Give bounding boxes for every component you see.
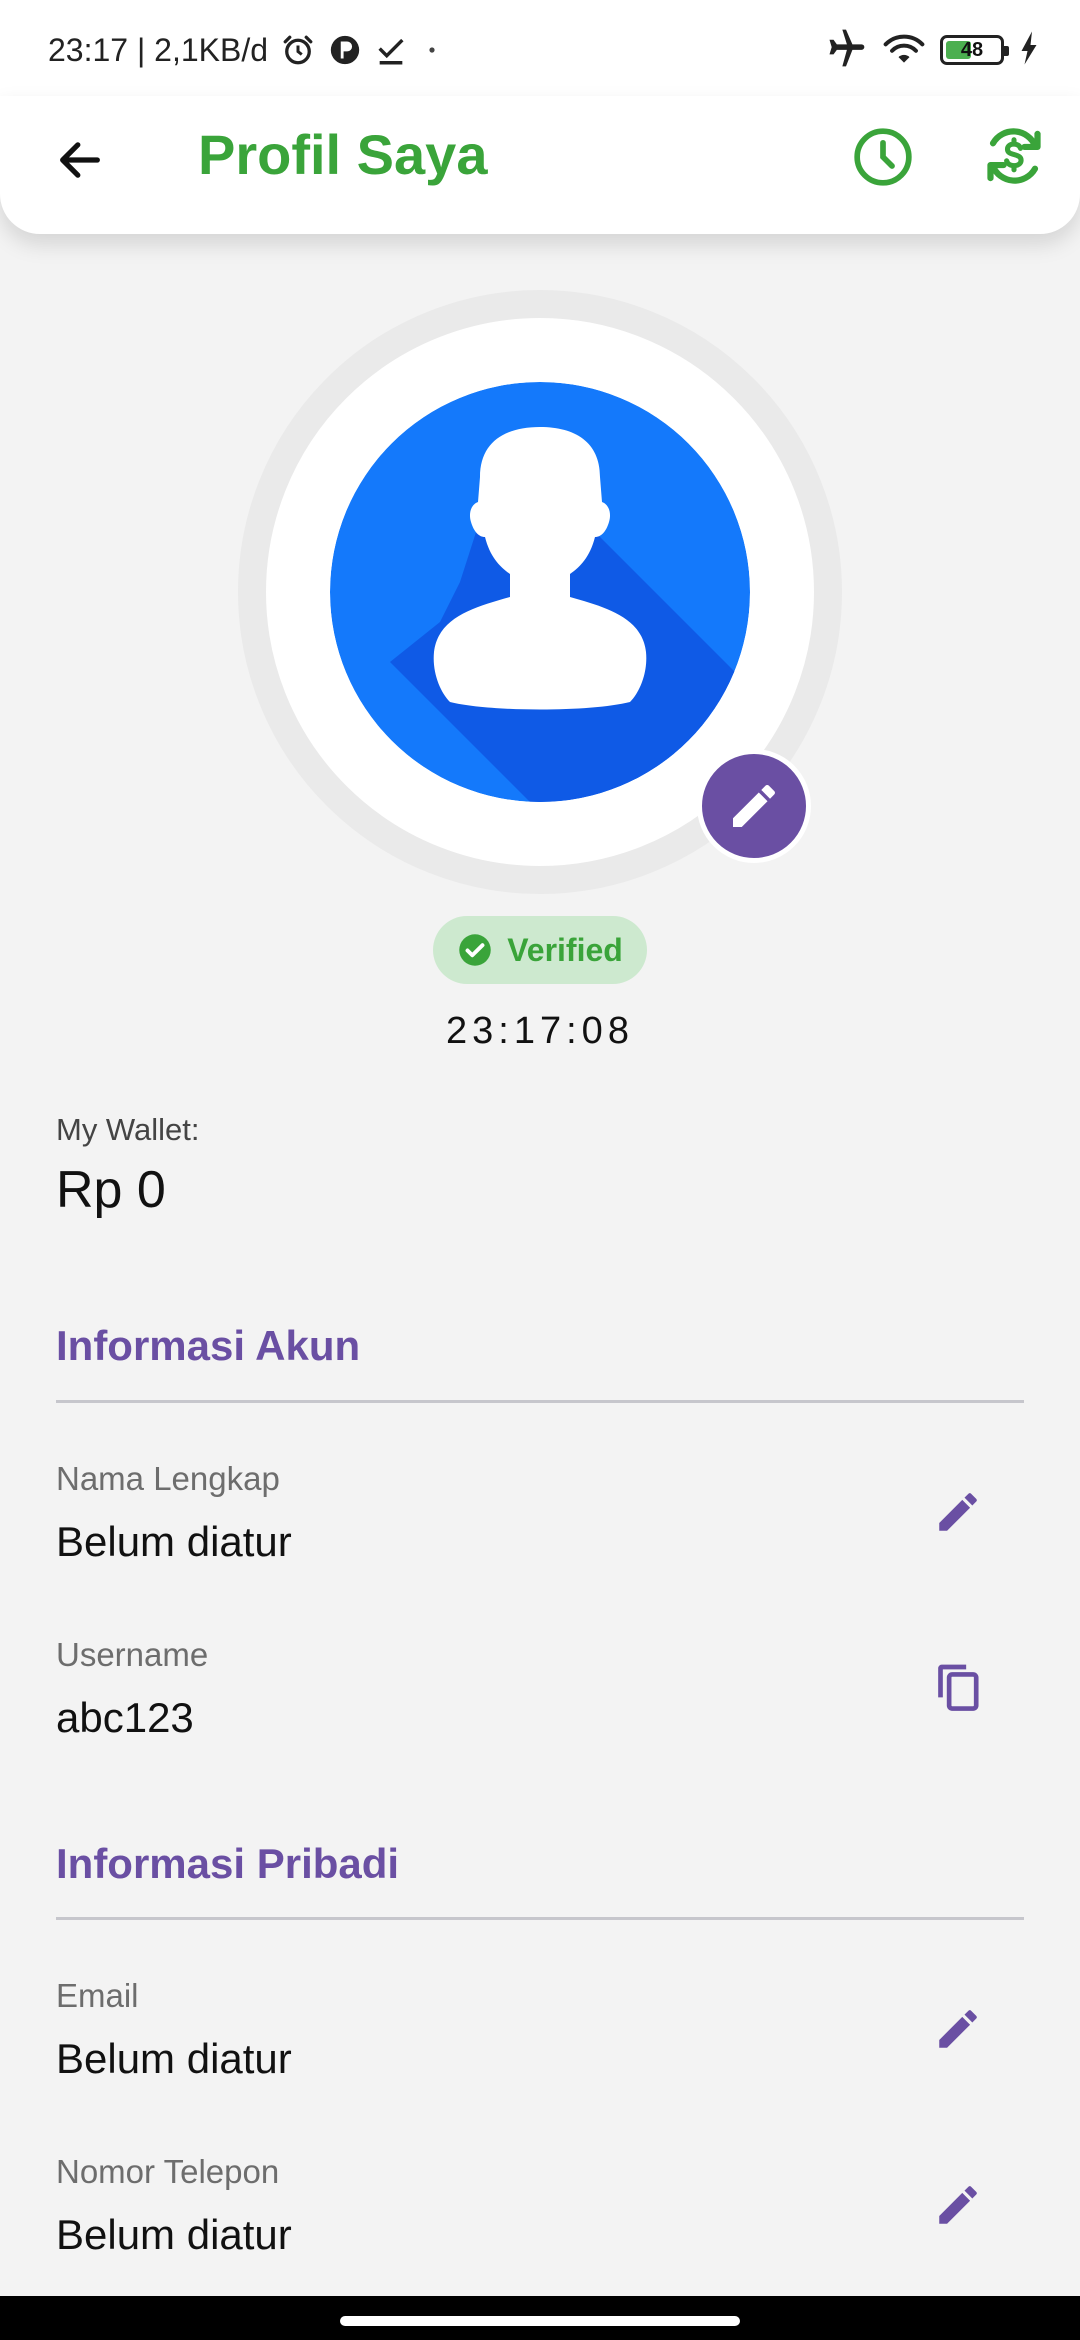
status-time: 23:17 | 2,1KB/d xyxy=(48,31,269,68)
wallet-value: Rp 0 xyxy=(56,1161,166,1219)
field-value-username: abc123 xyxy=(56,1694,194,1741)
battery-indicator: 48 xyxy=(940,35,1009,65)
pencil-icon xyxy=(939,2186,977,2224)
page-title: Profil Saya xyxy=(198,123,488,186)
battery-level: 48 xyxy=(960,38,984,61)
field-label-email: Email xyxy=(56,1977,139,2014)
arrow-left-icon xyxy=(60,142,100,178)
section-title-personal: Informasi Pribadi xyxy=(56,1840,400,1887)
field-value-full-name: Belum diatur xyxy=(56,1518,292,1565)
status-bar: 23:17 | 2,1KB/d 48 xyxy=(0,0,1080,96)
wifi-icon xyxy=(882,28,926,73)
edit-phone-button[interactable] xyxy=(922,2169,994,2241)
status-right: 48 xyxy=(824,28,1040,72)
app-notification-icon xyxy=(328,33,362,67)
battery-nub xyxy=(1004,46,1009,56)
app-bar: Profil Saya xyxy=(0,96,1080,234)
user-avatar-icon xyxy=(330,382,750,802)
field-label-phone: Nomor Telepon xyxy=(56,2153,280,2190)
field-label-full-name: Nama Lengkap xyxy=(56,1460,280,1497)
charging-icon xyxy=(1018,30,1040,71)
back-button[interactable] xyxy=(44,124,116,196)
system-nav-bar xyxy=(0,2296,1080,2340)
wallet-label: My Wallet: xyxy=(56,1112,200,1147)
edit-email-button[interactable] xyxy=(922,1993,994,2065)
avatar-edit-button[interactable] xyxy=(697,749,811,863)
field-value-email: Belum diatur xyxy=(56,2035,292,2082)
avatar[interactable] xyxy=(330,382,750,802)
section-title-account: Informasi Akun xyxy=(56,1322,361,1369)
field-value-phone: Belum diatur xyxy=(56,2211,292,2258)
alarm-icon xyxy=(280,32,316,68)
status-left: 23:17 | 2,1KB/d xyxy=(48,28,444,72)
check-circle-icon xyxy=(459,934,491,966)
copy-username-button[interactable] xyxy=(922,1652,994,1724)
section-divider xyxy=(56,1400,1024,1403)
pencil-icon xyxy=(733,784,775,827)
checkmark-download-icon xyxy=(374,33,408,67)
currency-exchange-button[interactable] xyxy=(976,118,1052,194)
clock-text: 23:17:08 xyxy=(446,1010,634,1052)
pencil-icon xyxy=(939,2010,977,2048)
section-divider xyxy=(56,1917,1024,1920)
currency-exchange-icon xyxy=(987,128,1041,184)
verified-badge: Verified xyxy=(433,916,647,984)
clock-icon xyxy=(854,128,912,186)
history-button[interactable] xyxy=(846,120,920,194)
pencil-icon xyxy=(939,1493,977,1531)
home-indicator[interactable] xyxy=(340,2316,740,2326)
verified-label: Verified xyxy=(507,931,623,968)
copy-icon xyxy=(938,1664,979,1711)
edit-full-name-button[interactable] xyxy=(922,1476,994,1548)
dot-icon xyxy=(420,38,444,62)
airplane-icon xyxy=(824,26,868,75)
field-label-username: Username xyxy=(56,1636,209,1673)
